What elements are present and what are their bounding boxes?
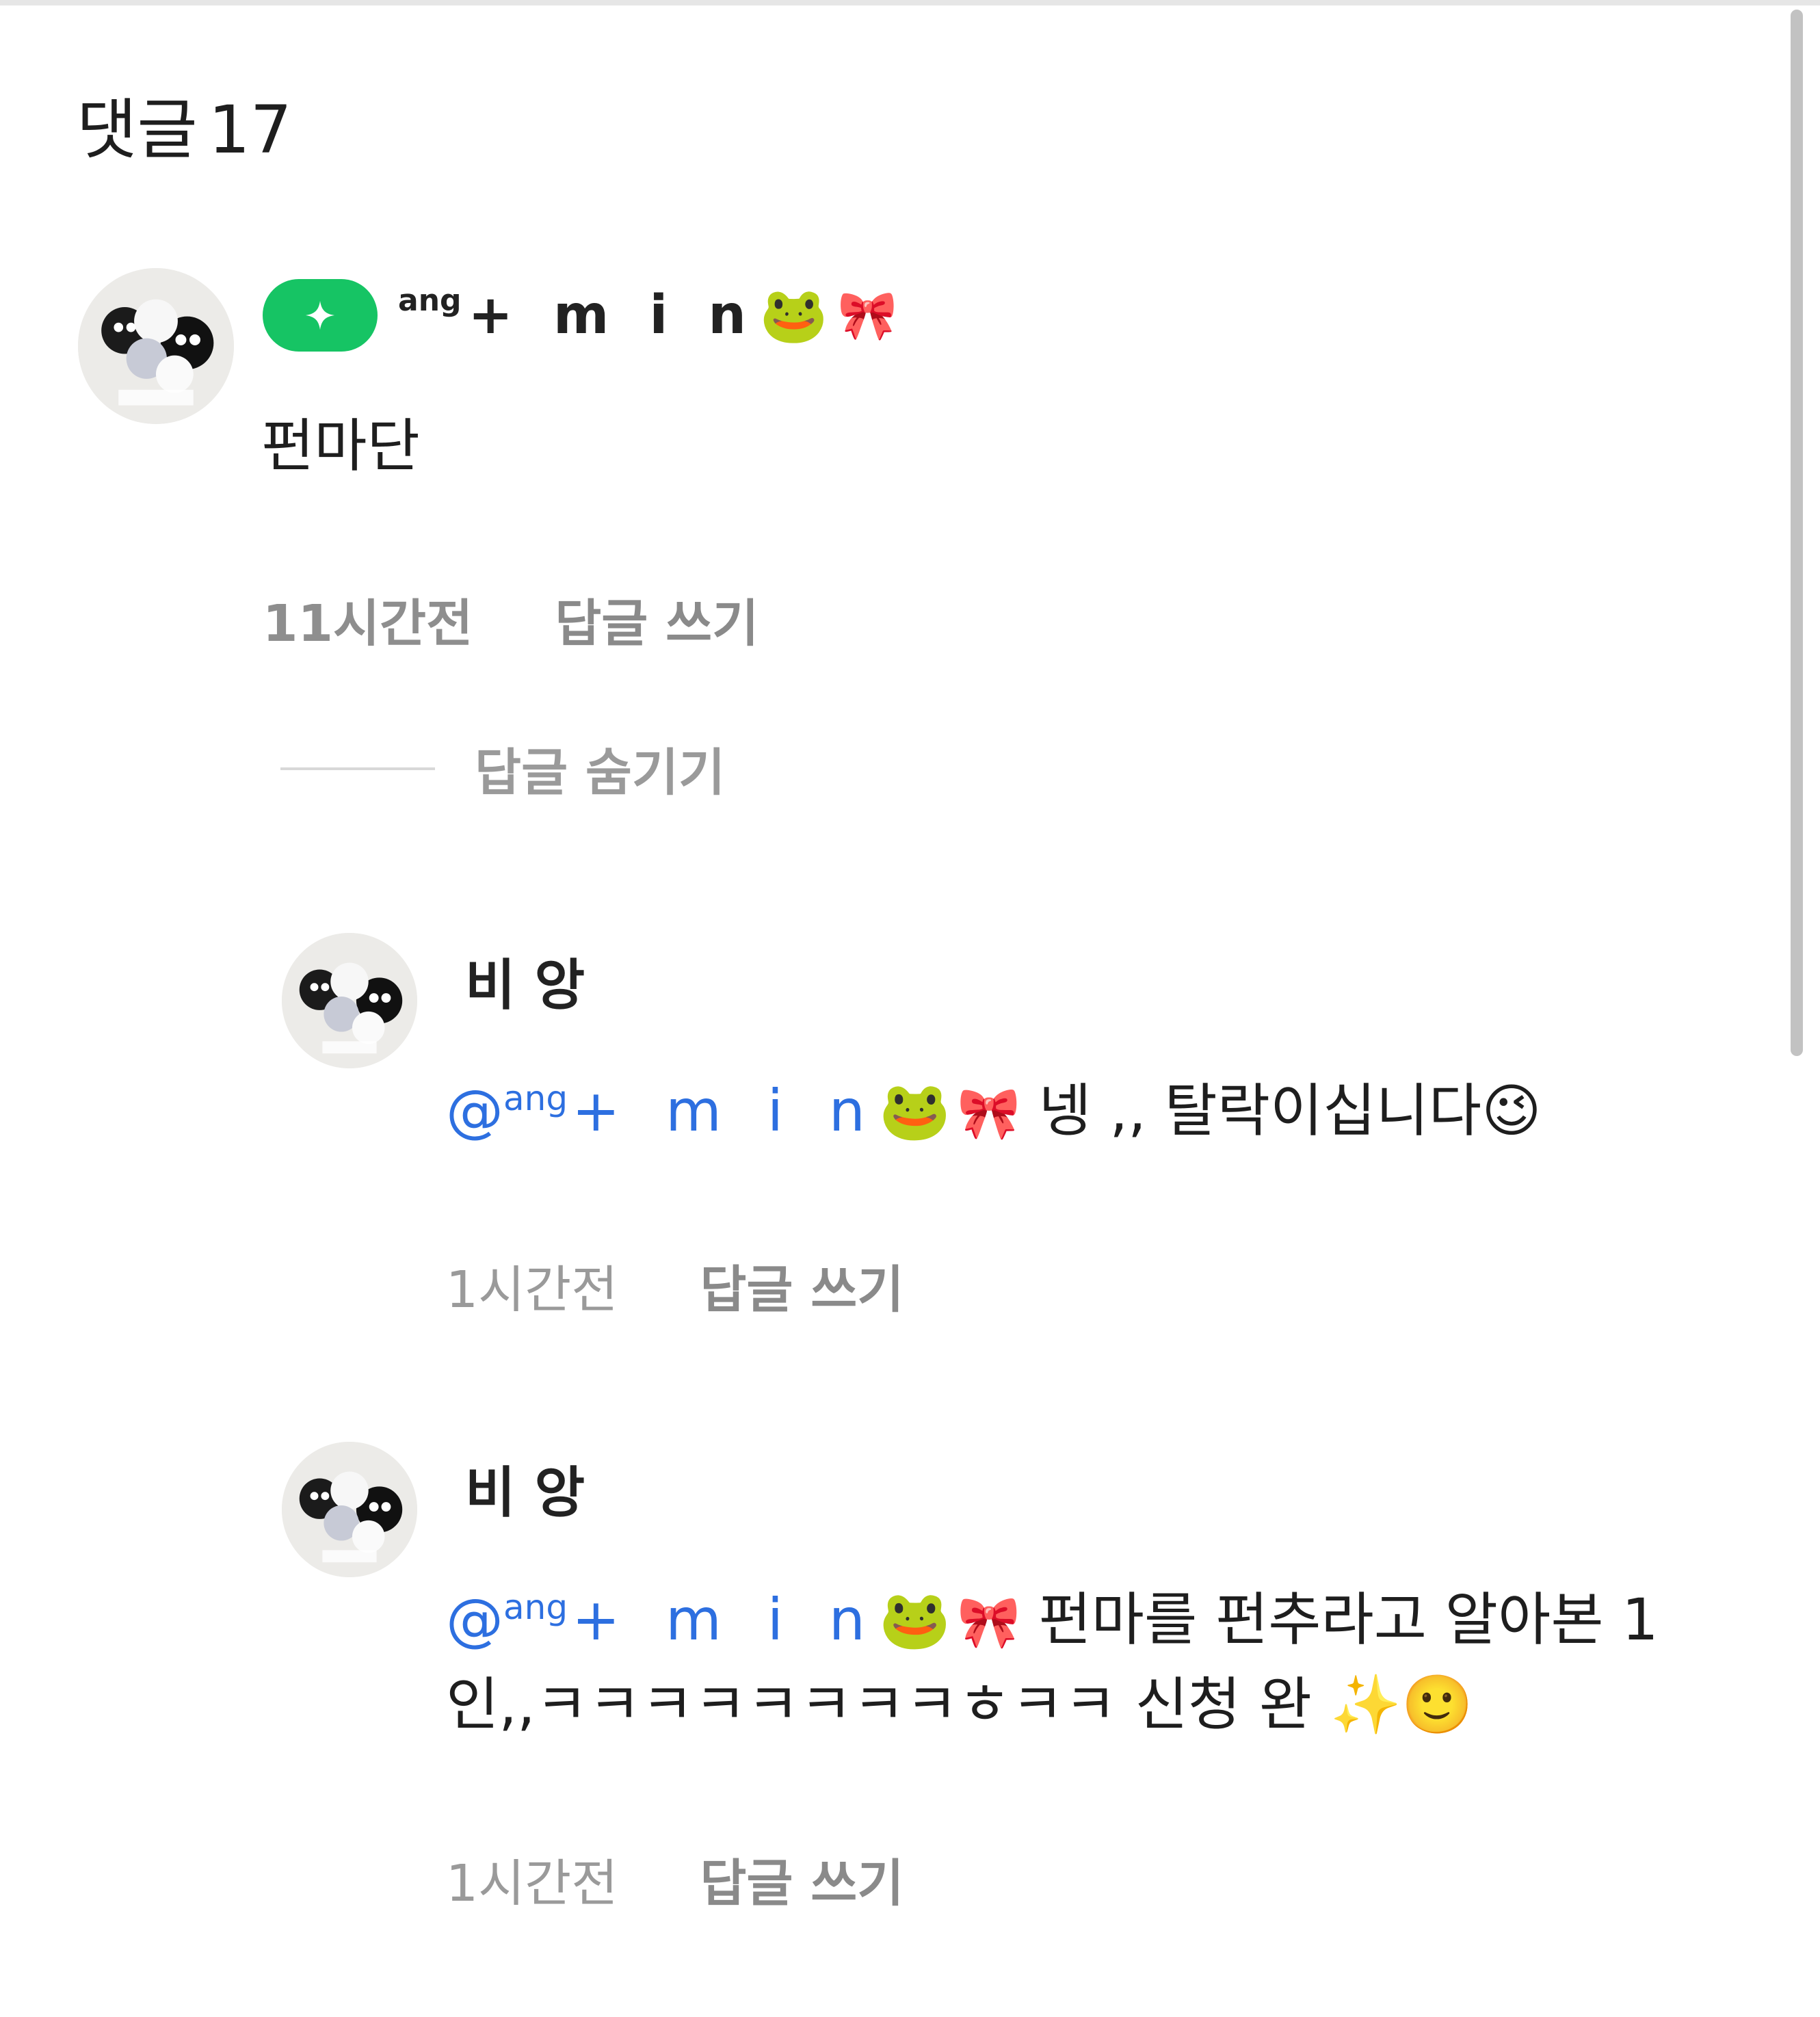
avatar[interactable] bbox=[78, 268, 234, 424]
divider-line bbox=[280, 767, 435, 770]
mention-link[interactable]: @ang+ m i n🐸 🎀 bbox=[446, 1077, 1020, 1144]
mention-at: @ bbox=[446, 1077, 503, 1144]
reply-author-row: 비 앙 bbox=[465, 941, 585, 1020]
author-name-main: 비 앙 bbox=[465, 953, 585, 1017]
reply-meta: 1시간전 답글 쓰기 bbox=[446, 1249, 904, 1322]
mention-sup: ang bbox=[503, 1587, 568, 1627]
author-name[interactable]: ang + m i n 🐸 🎀 bbox=[398, 283, 897, 347]
reply-time: 1시간전 bbox=[446, 1854, 618, 1913]
comment-meta: 11시간전 답글 쓰기 bbox=[263, 583, 759, 656]
avatar-image bbox=[78, 268, 234, 424]
sparkle-icon bbox=[305, 300, 335, 330]
mention-link[interactable]: @ang+ m i n🐸 🎀 bbox=[446, 1586, 1020, 1653]
author-name-main: + m i n bbox=[468, 285, 757, 346]
scrollbar[interactable] bbox=[1791, 10, 1803, 1056]
ribbon-emoji: 🎀 bbox=[957, 1084, 1020, 1143]
reply-button[interactable]: 답글 쓰기 bbox=[700, 1249, 904, 1322]
comment-text: 펀마단 bbox=[261, 412, 420, 479]
comment-time: 11시간전 bbox=[263, 594, 473, 653]
author-name-sup: ang bbox=[398, 282, 462, 318]
mention-at: @ bbox=[446, 1586, 503, 1653]
hide-replies-label: 답글 숨기기 bbox=[475, 743, 726, 802]
reply-text-line2: 인,,ㅋㅋㅋㅋㅋㅋㅋㅋㅎㅋㅋ 신청 완 ✨🙂 bbox=[446, 1671, 1473, 1738]
reply-text-body: 넹 ,, 탈락이십니다😉 bbox=[1038, 1077, 1542, 1144]
comments-title: 댓글 bbox=[77, 92, 198, 168]
creator-badge bbox=[263, 279, 378, 352]
reply-button[interactable]: 답글 쓰기 bbox=[700, 1843, 904, 1916]
avatar[interactable] bbox=[282, 933, 417, 1068]
reply-text: @ang+ m i n🐸 🎀 펀마를 펀추라고 알아본 1 bbox=[446, 1577, 1659, 1670]
author-name-main: 비 앙 bbox=[465, 1461, 585, 1525]
mention-main: + m i n bbox=[572, 1586, 879, 1653]
mention-sup: ang bbox=[503, 1079, 568, 1118]
hide-replies-button[interactable]: 답글 숨기기 bbox=[280, 732, 725, 805]
reply-time: 1시간전 bbox=[446, 1261, 618, 1319]
avatar-image bbox=[282, 933, 417, 1068]
mention-main: + m i n bbox=[572, 1077, 879, 1144]
frog-emoji: 🐸 bbox=[759, 283, 828, 347]
reply-button[interactable]: 답글 쓰기 bbox=[555, 583, 759, 656]
reply-text: @ang+ m i n🐸 🎀 넹 ,, 탈락이십니다😉 bbox=[446, 1068, 1542, 1161]
frog-emoji: 🐸 bbox=[878, 1077, 951, 1144]
avatar[interactable] bbox=[282, 1442, 417, 1577]
comments-count: 17 bbox=[208, 92, 292, 168]
comments-header: 댓글 17 bbox=[77, 89, 292, 171]
ribbon-emoji: 🎀 bbox=[837, 287, 897, 343]
frog-emoji: 🐸 bbox=[878, 1586, 951, 1653]
top-border bbox=[0, 0, 1820, 5]
reply-author-row: 비 앙 bbox=[465, 1449, 585, 1528]
reply-meta: 1시간전 답글 쓰기 bbox=[446, 1843, 904, 1916]
author-name[interactable]: 비 앙 bbox=[465, 941, 585, 1020]
ribbon-emoji: 🎀 bbox=[957, 1593, 1020, 1652]
author-name[interactable]: 비 앙 bbox=[465, 1449, 585, 1528]
avatar-image bbox=[282, 1442, 417, 1577]
comment-author-row: ang + m i n 🐸 🎀 bbox=[263, 279, 897, 352]
reply-text-line1: 펀마를 펀추라고 알아본 1 bbox=[1038, 1586, 1659, 1653]
